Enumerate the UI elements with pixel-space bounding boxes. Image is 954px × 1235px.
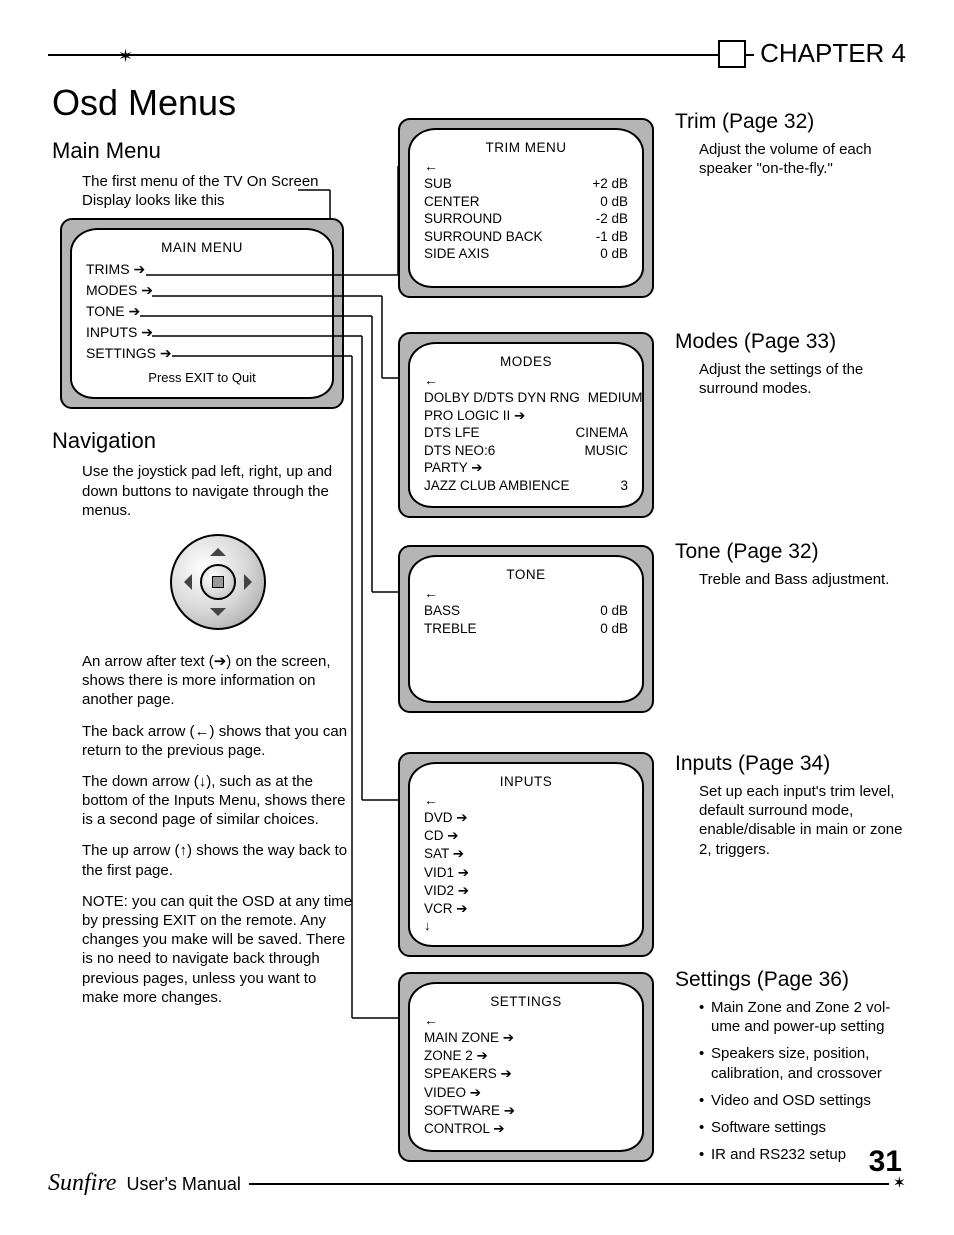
header-ornament-icon (718, 40, 746, 68)
section-settings-heading: Settings (Page 36) (675, 968, 907, 992)
settings-bullet: Main Zone and Zone 2 vol­ume and power-u… (699, 998, 907, 1036)
osd-item: SOFTWARE ➔ (424, 1102, 628, 1120)
osd-row: TREBLE0 dB (424, 620, 628, 638)
tv-inputs: INPUTS ← DVD ➔CD ➔SAT ➔VID1 ➔VID2 ➔VCR ➔… (398, 752, 654, 957)
osd-item: VID1 ➔ (424, 864, 628, 882)
osd-item: VID2 ➔ (424, 882, 628, 900)
footer-brand: Sunfire User's Manual (48, 1170, 249, 1197)
osd-row: CENTER0 dB (424, 193, 628, 211)
osd-item: CONTROL ➔ (424, 1120, 628, 1138)
osd-item: SPEAKERS ➔ (424, 1065, 628, 1083)
tv-modes: MODES ← DOLBY D/DTS DYN RNGMEDIUMPRO LOG… (398, 332, 654, 518)
dpad-right-icon (244, 574, 260, 590)
nav-p5: The up arrow (↑) shows the way back to t… (52, 841, 354, 879)
osd-row: SUB+2 dB (424, 175, 628, 193)
section-inputs-body: Set up each input's trim lev­el, default… (675, 782, 907, 859)
chapter-label: CHAPTER 4 (754, 38, 906, 69)
settings-bullet: Speakers size, position, calibration, an… (699, 1044, 907, 1082)
dpad-left-icon (176, 574, 192, 590)
dpad-down-icon (210, 608, 226, 624)
header-star-left: ✶ (118, 46, 133, 67)
back-arrow-icon: ← (424, 159, 628, 173)
dpad-illustration (52, 534, 354, 634)
back-arrow-icon: ← (424, 1013, 628, 1027)
footer-star-right: ✶ (889, 1173, 906, 1193)
main-menu-item: MODES ➔ (86, 280, 318, 301)
osd-row: PARTY ➔ (424, 459, 628, 477)
section-tone-heading: Tone (Page 32) (675, 540, 907, 564)
nav-p4: The down arrow (↓), such as at the botto… (52, 772, 354, 830)
down-arrow-icon: ↓ (424, 918, 628, 933)
tv-main-title: MAIN MENU (86, 240, 318, 255)
tv-trim: TRIM MENU ← SUB+2 dBCENTER0 dBSURROUND-2… (398, 118, 654, 298)
nav-p1: Use the joystick pad left, right, up and… (52, 462, 354, 520)
osd-item: VIDEO ➔ (424, 1084, 628, 1102)
section-tone-body: Treble and Bass adjust­ment. (675, 570, 907, 589)
back-arrow-icon: ← (424, 373, 628, 387)
dpad-up-icon (210, 540, 226, 556)
back-arrow-icon: ← (424, 586, 628, 600)
osd-item: MAIN ZONE ➔ (424, 1029, 628, 1047)
osd-row: PRO LOGIC II ➔ (424, 407, 628, 425)
tv-main-menu: MAIN MENU TRIMS ➔MODES ➔TONE ➔INPUTS ➔SE… (60, 218, 344, 409)
osd-item: VCR ➔ (424, 900, 628, 918)
page-title: Osd Menus (52, 82, 236, 124)
osd-item: SAT ➔ (424, 845, 628, 863)
osd-row: DOLBY D/DTS DYN RNGMEDIUM (424, 389, 628, 407)
osd-item: DVD ➔ (424, 809, 628, 827)
footer-label: User's Manual (126, 1174, 240, 1194)
osd-row: SURROUND-2 dB (424, 210, 628, 228)
main-menu-heading: Main Menu (52, 138, 354, 164)
tv-tone: TONE ← BASS0 dBTREBLE0 dB (398, 545, 654, 713)
tv-trim-title: TRIM MENU (424, 140, 628, 155)
main-menu-item: INPUTS ➔ (86, 322, 318, 343)
brand-logo: Sunfire (48, 1170, 116, 1196)
settings-bullet: Video and OSD settings (699, 1091, 907, 1110)
osd-row: DTS LFECINEMA (424, 424, 628, 442)
tv-tone-title: TONE (424, 567, 628, 582)
back-arrow-icon: ← (424, 793, 628, 807)
osd-row: JAZZ CLUB AMBIENCE3 (424, 477, 628, 495)
nav-p2: An arrow after text (➔) on the screen, s… (52, 652, 354, 710)
section-modes-body: Adjust the settings of the surround mode… (675, 360, 907, 398)
navigation-heading: Navigation (52, 428, 354, 454)
section-modes-heading: Modes (Page 33) (675, 330, 907, 354)
settings-bullet: Software settings (699, 1118, 907, 1137)
tv-main-footer: Press EXIT to Quit (86, 370, 318, 385)
nav-p6: NOTE: you can quit the OSD at any time b… (52, 892, 354, 1007)
section-trim-heading: Trim (Page 32) (675, 110, 907, 134)
osd-item: CD ➔ (424, 827, 628, 845)
osd-row: SIDE AXIS0 dB (424, 245, 628, 263)
main-menu-item: TRIMS ➔ (86, 259, 318, 280)
tv-settings-title: SETTINGS (424, 994, 628, 1009)
main-menu-intro: The first menu of the TV On Screen Displ… (52, 172, 354, 210)
section-settings-list: Main Zone and Zone 2 vol­ume and power-u… (675, 998, 907, 1164)
osd-row: DTS NEO:6MUSIC (424, 442, 628, 460)
tv-settings: SETTINGS ← MAIN ZONE ➔ZONE 2 ➔SPEAKERS ➔… (398, 972, 654, 1162)
tv-modes-title: MODES (424, 354, 628, 369)
nav-p3: The back arrow (←) shows that you can re… (52, 722, 354, 760)
osd-item: ZONE 2 ➔ (424, 1047, 628, 1065)
tv-inputs-title: INPUTS (424, 774, 628, 789)
section-trim-body: Adjust the volume of each speaker "on-th… (675, 140, 907, 178)
section-inputs-heading: Inputs (Page 34) (675, 752, 907, 776)
main-menu-item: SETTINGS ➔ (86, 343, 318, 364)
osd-row: SURROUND BACK-1 dB (424, 228, 628, 246)
osd-row: BASS0 dB (424, 602, 628, 620)
main-menu-item: TONE ➔ (86, 301, 318, 322)
